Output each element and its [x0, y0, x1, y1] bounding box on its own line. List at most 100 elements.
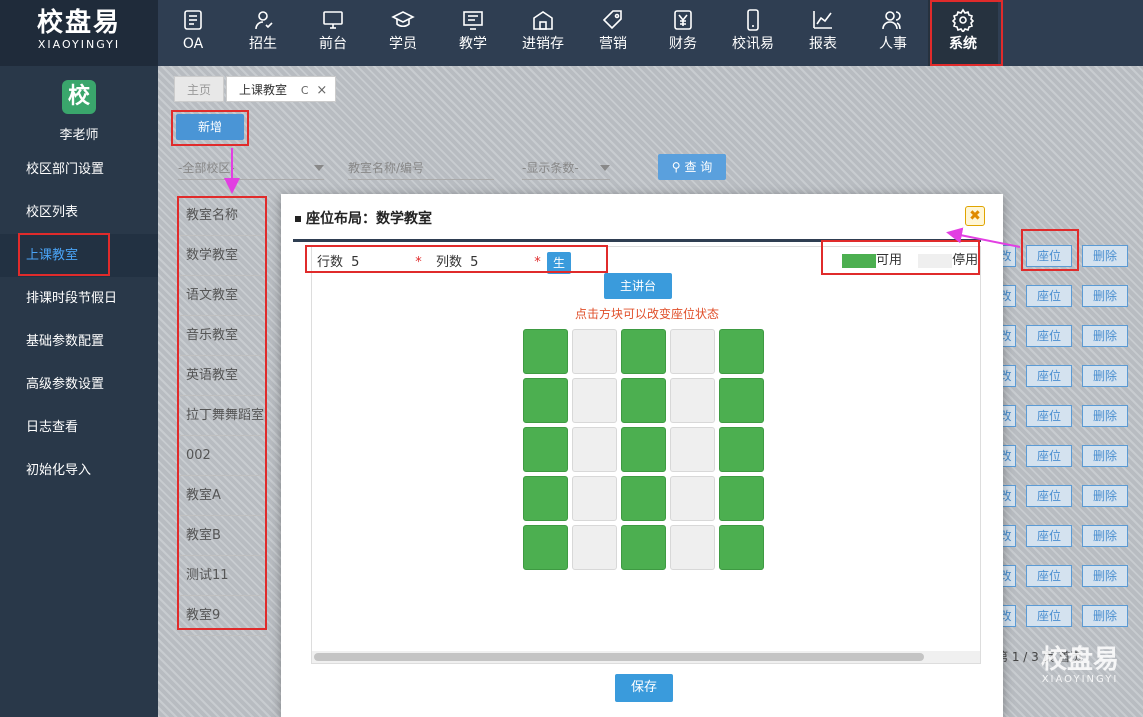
seat-available[interactable]	[523, 427, 568, 472]
delete-button[interactable]: 删除	[1082, 325, 1128, 347]
seat-disabled[interactable]	[572, 476, 617, 521]
seat-button[interactable]: 座位	[1026, 245, 1072, 267]
nav-item-label: 进销存	[522, 36, 564, 52]
sidebar-item-6[interactable]: 日志查看	[0, 406, 158, 449]
delete-button[interactable]: 删除	[1082, 445, 1128, 467]
seat-available[interactable]	[621, 427, 666, 472]
store-icon	[508, 8, 578, 34]
scrollbar-thumb[interactable]	[314, 653, 924, 661]
oa-icon	[158, 8, 228, 34]
nav-item-6[interactable]: 营销	[578, 0, 648, 66]
nav-item-10[interactable]: 人事	[858, 0, 928, 66]
delete-button[interactable]: 删除	[1082, 285, 1128, 307]
table-row: 教室A	[180, 476, 266, 516]
legend-disabled-swatch	[918, 253, 953, 268]
sidebar-item-7[interactable]: 初始化导入	[0, 449, 158, 492]
delete-button[interactable]: 删除	[1082, 605, 1128, 627]
seat-button[interactable]: 座位	[1026, 485, 1072, 507]
nav-item-4[interactable]: 教学	[438, 0, 508, 66]
seat-disabled[interactable]	[670, 476, 715, 521]
watermark-name-en: XIAOYINGYI	[1041, 674, 1119, 685]
nav-item-11[interactable]: 系统	[928, 0, 998, 66]
row-actions: 改座位 删除改座位 删除改座位 删除改座位 删除改座位 删除改座位 删除改座位 删除改座位 删除…	[996, 236, 1143, 636]
seat-available[interactable]	[621, 476, 666, 521]
seat-disabled[interactable]	[572, 427, 617, 472]
tag-icon	[578, 8, 648, 34]
sidebar-item-2[interactable]: 上课教室	[0, 234, 158, 277]
seat-button[interactable]: 座位	[1026, 565, 1072, 587]
nav-item-label: OA	[182, 36, 204, 52]
cols-label: 列数	[435, 255, 462, 270]
seat-button[interactable]: 座位	[1026, 525, 1072, 547]
tab-classroom[interactable]: 上课教室 C ×	[226, 76, 337, 102]
horizontal-scrollbar[interactable]	[312, 651, 980, 663]
campus-select[interactable]: -全部校区-	[178, 156, 324, 180]
delete-button[interactable]: 删除	[1082, 245, 1128, 267]
seat-disabled[interactable]	[670, 378, 715, 423]
seat-button[interactable]: 座位	[1026, 325, 1072, 347]
sidebar-item-1[interactable]: 校区列表	[0, 191, 158, 234]
seat-available[interactable]	[719, 427, 764, 472]
generate-layout-button[interactable]: 生成布局	[547, 252, 572, 336]
nav-item-2[interactable]: 前台	[298, 0, 368, 66]
reload-icon[interactable]: C	[301, 84, 309, 97]
seat-available[interactable]	[719, 378, 764, 423]
seat-available[interactable]	[719, 329, 764, 374]
seat-button[interactable]: 座位	[1026, 365, 1072, 387]
seat-available[interactable]	[523, 378, 568, 423]
delete-button[interactable]: 删除	[1082, 565, 1128, 587]
enroll-icon	[228, 8, 298, 34]
nav-item-1[interactable]: 招生	[228, 0, 298, 66]
podium-button[interactable]: 主讲台	[604, 273, 672, 299]
rows-input[interactable]: 5	[351, 252, 411, 274]
seat-available[interactable]	[621, 525, 666, 570]
nav-item-3[interactable]: 学员	[368, 0, 438, 66]
tab-home[interactable]: 主页	[174, 76, 225, 102]
table-row: 测试11	[180, 556, 266, 596]
sidebar: 校 李老师 校区部门设置 校区列表 上课教室 排课时段节假日 基础参数配置 高级参数设置日…	[0, 66, 158, 717]
nav-item-7[interactable]: 财务	[648, 0, 718, 66]
row-action-line: 改座位 删除	[996, 596, 1143, 636]
seat-disabled[interactable]	[670, 329, 715, 374]
nav-item-8[interactable]: 校讯易	[718, 0, 788, 66]
sidebar-item-0[interactable]: 校区部门设置	[0, 148, 158, 191]
seat-available[interactable]	[719, 476, 764, 521]
nav-item-5[interactable]: 进销存	[508, 0, 578, 66]
add-button[interactable]: 新增	[176, 114, 244, 140]
delete-button[interactable]: 删除	[1082, 525, 1128, 547]
close-icon[interactable]: ×	[316, 83, 327, 98]
delete-button[interactable]: 删除	[1082, 365, 1128, 387]
seat-disabled[interactable]	[670, 427, 715, 472]
seat-button[interactable]: 座位	[1026, 405, 1072, 427]
pagesize-select[interactable]: -显示条数-	[522, 156, 610, 180]
seat-button[interactable]: 座位	[1026, 605, 1072, 627]
save-button[interactable]: 保存	[615, 674, 673, 702]
sidebar-item-5[interactable]: 高级参数设置	[0, 363, 158, 406]
search-icon: ⚲	[671, 160, 681, 174]
seat-disabled[interactable]	[572, 525, 617, 570]
close-icon[interactable]: ✖	[965, 206, 985, 226]
brand-logo[interactable]: 校盘易 XIAOYINGYI	[0, 0, 158, 66]
delete-button[interactable]: 删除	[1082, 485, 1128, 507]
seat-available[interactable]	[523, 476, 568, 521]
seat-available[interactable]	[621, 378, 666, 423]
seat-button[interactable]: 座位	[1026, 285, 1072, 307]
cols-input[interactable]: 5	[470, 252, 530, 274]
query-button-label: 查 询	[684, 160, 713, 174]
seat-disabled[interactable]	[572, 329, 617, 374]
seat-available[interactable]	[523, 329, 568, 374]
watermark-logo: 校盘易 XIAOYINGYI	[1041, 646, 1119, 685]
sidebar-item-3[interactable]: 排课时段节假日	[0, 277, 158, 320]
nav-item-0[interactable]: OA	[158, 0, 228, 66]
query-button[interactable]: ⚲ 查 询	[658, 154, 726, 180]
seat-available[interactable]	[719, 525, 764, 570]
seat-available[interactable]	[621, 329, 666, 374]
seat-button[interactable]: 座位	[1026, 445, 1072, 467]
seat-disabled[interactable]	[572, 378, 617, 423]
seat-available[interactable]	[523, 525, 568, 570]
seat-disabled[interactable]	[670, 525, 715, 570]
delete-button[interactable]: 删除	[1082, 405, 1128, 427]
search-input[interactable]: 教室名称/编号	[348, 156, 494, 180]
nav-item-9[interactable]: 报表	[788, 0, 858, 66]
sidebar-item-4[interactable]: 基础参数配置	[0, 320, 158, 363]
